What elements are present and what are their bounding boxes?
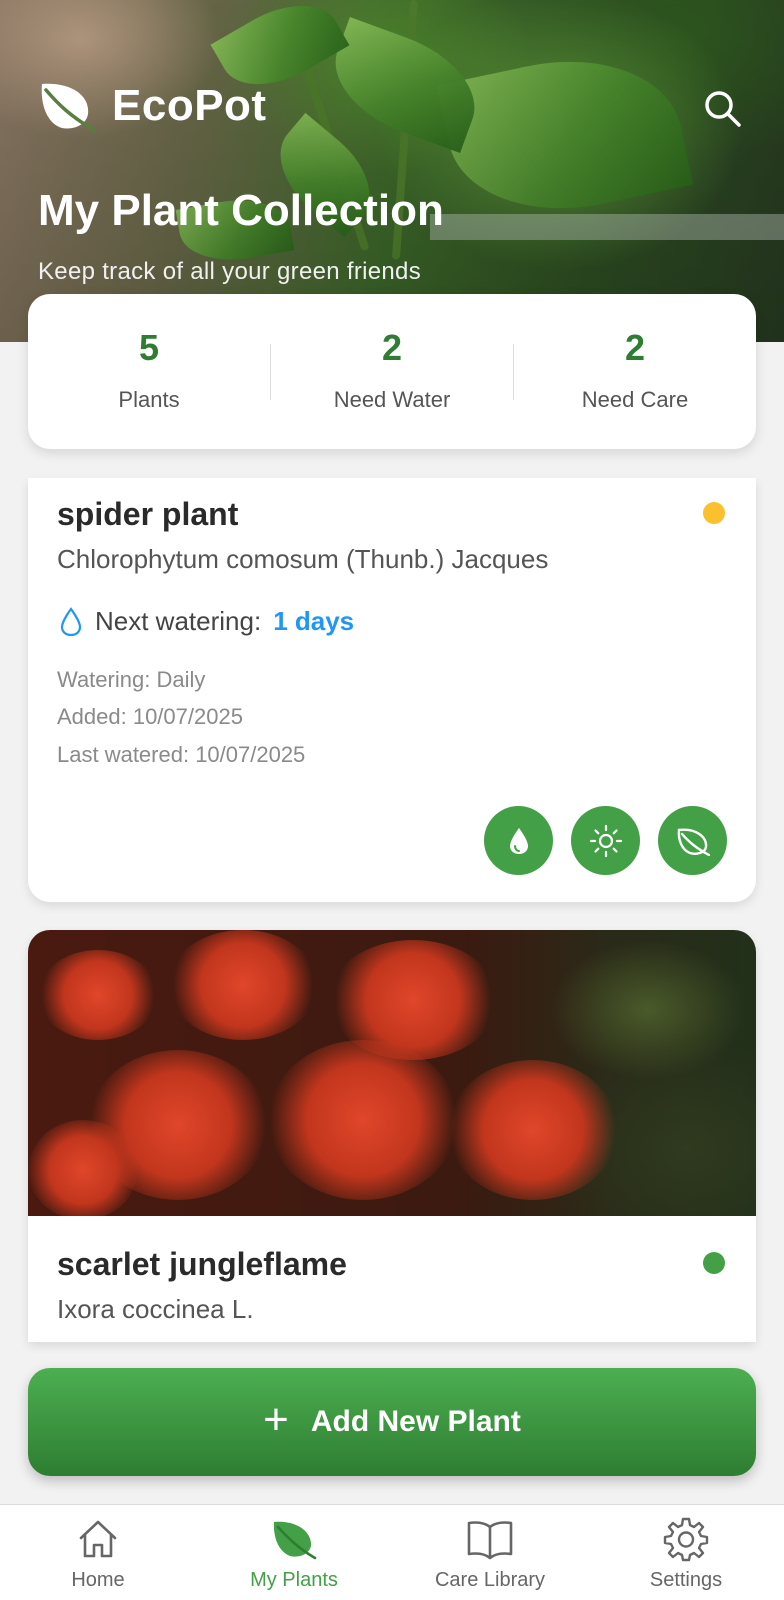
nav-label: Care Library	[434, 1569, 546, 1591]
stat-label: Plants	[118, 386, 180, 412]
stats-card: 5 Plants 2 Need Water 2 Need Care	[28, 294, 756, 449]
flower-cluster	[448, 1060, 618, 1200]
stat-value: 2	[624, 326, 646, 368]
app-name: EcoPot	[112, 81, 267, 130]
plant-name: spider plant	[57, 496, 239, 532]
book-icon	[466, 1515, 514, 1563]
stat-value: 2	[381, 326, 403, 368]
brand: EcoPot	[38, 80, 267, 132]
leaf-icon	[677, 828, 710, 856]
plant-actions	[484, 806, 727, 875]
plus-icon: +	[263, 1395, 289, 1444]
date-added: Added: 10/07/2025	[57, 704, 243, 729]
plant-card[interactable]: scarlet jungleflame Ixora coccinea L.	[28, 930, 756, 1342]
leaf-icon	[41, 83, 96, 132]
hero-banner: EcoPot My Plant Collection Keep track of…	[0, 0, 784, 342]
page-title: My Plant Collection	[38, 186, 444, 235]
hero-overlay	[0, 0, 784, 342]
scientific-name: Ixora coccinea L.	[57, 1294, 254, 1324]
app-screen: EcoPot My Plant Collection Keep track of…	[0, 0, 784, 1600]
plant-photo	[28, 930, 756, 1216]
last-watered: Last watered: 10/07/2025	[57, 742, 306, 767]
stat-need-water: 2 Need Water	[271, 294, 513, 449]
stat-label: Need Water	[333, 386, 451, 412]
plant-name: scarlet jungleflame	[57, 1246, 347, 1282]
scientific-name: Chlorophytum comosum (Thunb.) Jacques	[57, 544, 549, 574]
nav-item-home[interactable]: Home	[0, 1505, 196, 1600]
nav-label: Home	[71, 1569, 125, 1591]
stat-label: Need Care	[581, 386, 689, 412]
water-button[interactable]	[484, 806, 553, 875]
status-dot	[703, 1252, 725, 1274]
care-button[interactable]	[658, 806, 727, 875]
search-button[interactable]	[700, 86, 744, 130]
nav-label: Settings	[649, 1569, 723, 1591]
stat-need-care: 2 Need Care	[514, 294, 756, 449]
water-drop-icon	[509, 827, 528, 854]
add-plant-label: Add New Plant	[310, 1405, 521, 1438]
next-watering-value: 1 days	[273, 606, 355, 636]
sun-icon	[589, 824, 622, 857]
page-subtitle: Keep track of all your green friends	[38, 258, 421, 285]
flower-cluster	[168, 930, 318, 1040]
water-drop-icon	[60, 606, 82, 636]
home-icon	[74, 1515, 122, 1563]
add-plant-button[interactable]: + Add New Plant	[28, 1368, 756, 1476]
flower-cluster	[38, 950, 158, 1040]
plant-card[interactable]: spider plant Chlorophytum comosum (Thunb…	[28, 478, 756, 902]
flower-cluster	[28, 1120, 138, 1216]
stat-value: 5	[138, 326, 160, 368]
nav-item-my-plants[interactable]: My Plants	[196, 1505, 392, 1600]
status-dot	[703, 502, 725, 524]
bottom-nav: Home My Plants Care Library Settings	[0, 1504, 784, 1600]
stat-plants: 5 Plants	[28, 294, 270, 449]
nav-item-care-library[interactable]: Care Library	[392, 1505, 588, 1600]
next-watering: Next watering: 1 days	[59, 606, 354, 637]
nav-item-settings[interactable]: Settings	[588, 1505, 784, 1600]
next-watering-label: Next watering:	[95, 606, 262, 636]
gear-icon	[662, 1515, 710, 1563]
nav-label: My Plants	[250, 1569, 338, 1591]
search-icon	[705, 91, 741, 127]
leaf-icon	[270, 1515, 318, 1563]
watering-frequency: Watering: Daily	[57, 667, 206, 692]
flower-cluster	[268, 1040, 458, 1200]
sunlight-button[interactable]	[571, 806, 640, 875]
